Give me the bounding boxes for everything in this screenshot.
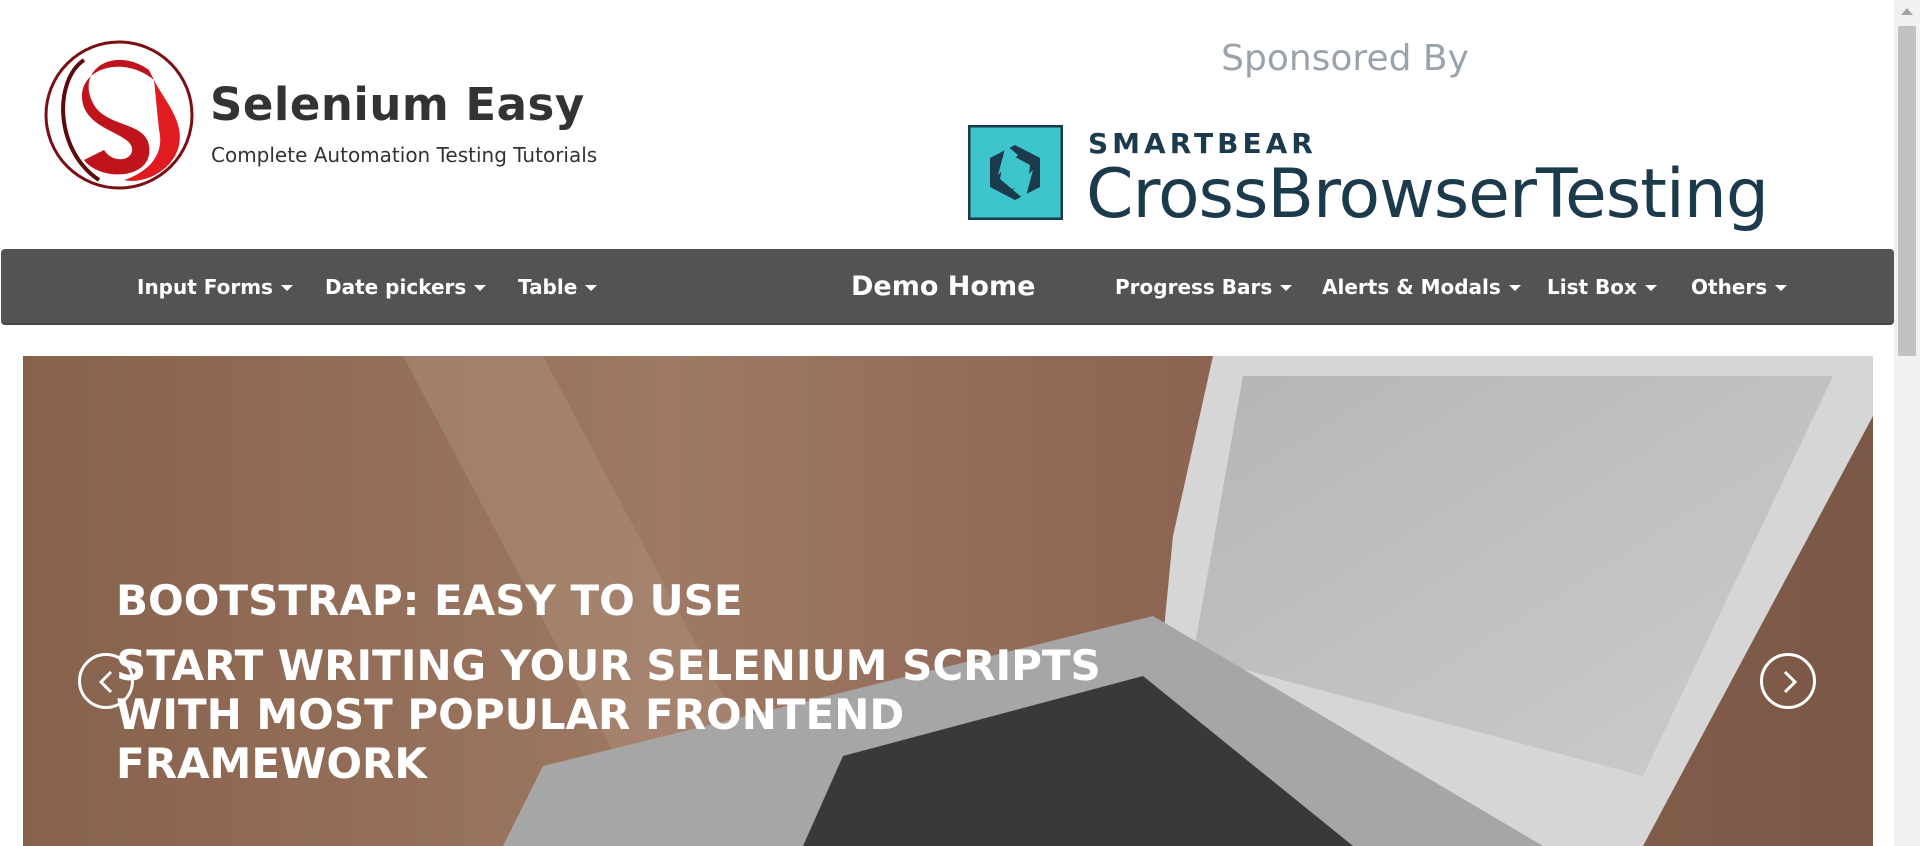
carousel-next-button[interactable] <box>1760 653 1816 709</box>
nav-alerts-modals-label: Alerts & Modals <box>1322 275 1501 299</box>
nav-others[interactable]: Others <box>1691 249 1788 325</box>
nav-progress-bars[interactable]: Progress Bars <box>1115 249 1293 325</box>
slide-heading: Bootstrap: Easy to use <box>116 576 743 625</box>
nav-table[interactable]: Table <box>518 249 598 325</box>
caret-down-icon <box>1508 284 1521 291</box>
hero-carousel: Bootstrap: Easy to use Start writing you… <box>23 356 1873 846</box>
nav-others-label: Others <box>1691 275 1768 299</box>
chevron-left-icon <box>98 670 113 694</box>
crossbrowsertesting-logo-icon <box>968 125 1063 220</box>
sponsor-product: CrossBrowserTesting <box>1086 155 1769 234</box>
carousel-prev-button[interactable] <box>78 653 134 709</box>
nav-date-pickers[interactable]: Date pickers <box>325 249 487 325</box>
chevron-right-icon <box>1783 670 1798 694</box>
nav-demo-home[interactable]: Demo Home <box>851 249 1035 325</box>
page-scrollbar[interactable] <box>1894 0 1920 846</box>
selenium-easy-logo-icon <box>44 40 194 190</box>
caret-down-icon <box>474 284 487 291</box>
caret-down-icon <box>280 284 293 291</box>
nav-input-forms[interactable]: Input Forms <box>137 249 293 325</box>
site-logo[interactable]: Selenium Easy Complete Automation Testin… <box>44 40 644 190</box>
caret-down-icon <box>1775 284 1788 291</box>
logo-subtitle: Complete Automation Testing Tutorials <box>211 143 598 167</box>
nav-list-box[interactable]: List Box <box>1547 249 1657 325</box>
caret-down-icon <box>1280 284 1293 291</box>
logo-title: Selenium Easy <box>210 78 585 131</box>
caret-down-icon <box>1644 284 1657 291</box>
nav-table-label: Table <box>518 275 578 299</box>
nav-alerts-modals[interactable]: Alerts & Modals <box>1322 249 1521 325</box>
nav-progress-bars-label: Progress Bars <box>1115 275 1273 299</box>
nav-list-box-label: List Box <box>1547 275 1637 299</box>
sponsor-logo[interactable]: SMARTBEAR CrossBrowserTesting <box>968 125 1769 235</box>
nav-date-pickers-label: Date pickers <box>325 275 467 299</box>
scroll-up-arrow-icon[interactable] <box>1901 8 1913 15</box>
main-navbar: Input Forms Date pickers Table Demo Home… <box>1 249 1894 325</box>
caret-down-icon <box>585 284 598 291</box>
slide-text: Start writing your Selenium Scripts with… <box>116 641 1101 788</box>
sponsored-by-label: Sponsored By <box>1221 38 1469 79</box>
nav-input-forms-label: Input Forms <box>137 275 273 299</box>
scrollbar-thumb[interactable] <box>1898 26 1916 356</box>
